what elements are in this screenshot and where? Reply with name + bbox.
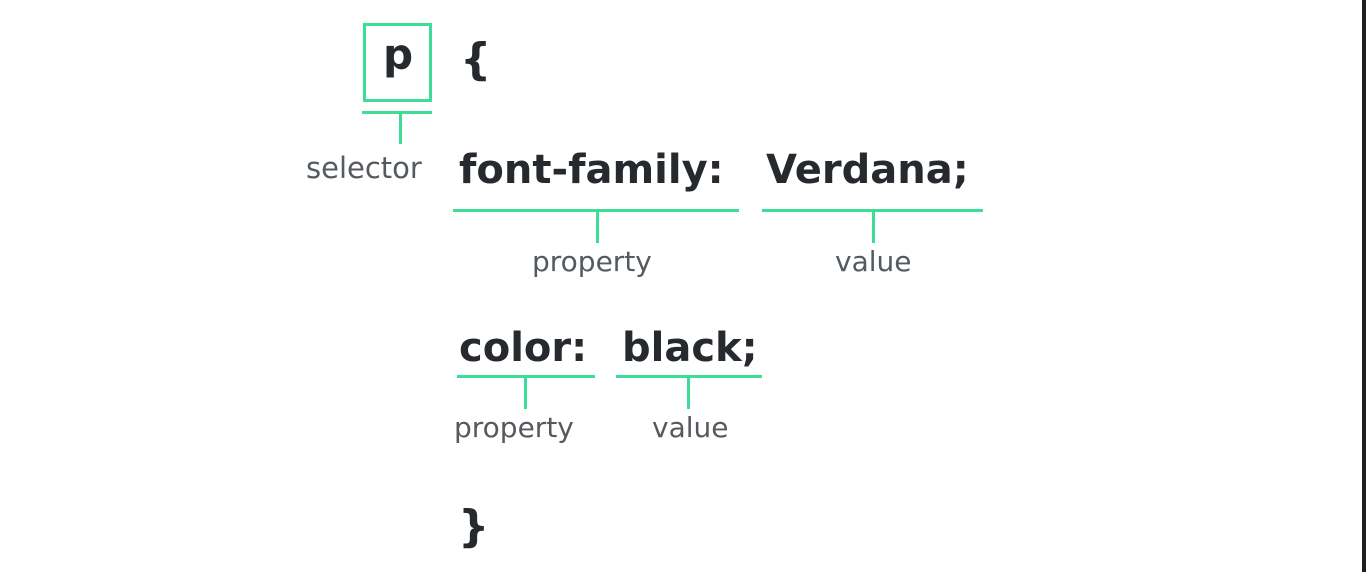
declaration-1-value-label: value — [835, 245, 912, 278]
declaration-1-property-label: property — [532, 245, 652, 278]
declaration-2-value-connector — [687, 375, 690, 409]
declaration-2-value-label: value — [652, 411, 729, 444]
declaration-2-property-connector — [524, 375, 527, 409]
declaration-1-property-connector — [596, 209, 599, 243]
declaration-1-property: font-family: — [459, 147, 724, 193]
declaration-2-value: black; — [622, 325, 758, 371]
right-frame-edge — [1362, 0, 1366, 572]
declaration-1-value-connector — [872, 209, 875, 243]
selector-label: selector — [306, 151, 422, 185]
declaration-2-property: color: — [459, 325, 588, 371]
declaration-1-value: Verdana; — [766, 147, 969, 193]
selector-underline — [362, 111, 432, 114]
close-brace: } — [458, 501, 490, 552]
declaration-2-property-label: property — [454, 411, 574, 444]
selector-connector — [399, 111, 402, 144]
selector-text: p — [383, 30, 414, 79]
open-brace: { — [460, 34, 492, 85]
